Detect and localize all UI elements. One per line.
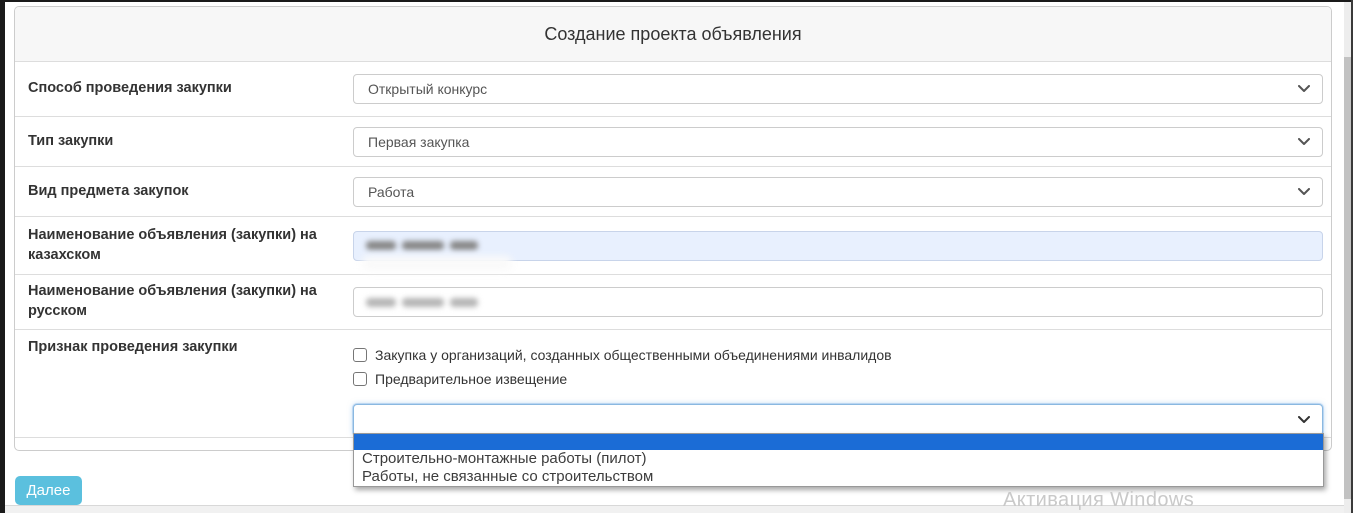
row-label: Наименование объявления (закупки) на каз… — [15, 217, 353, 274]
name-kk-input[interactable] — [353, 231, 1323, 261]
window-frame-top — [0, 0, 1353, 2]
form-row-procurement-flags: Признак проведения закупки Закупка у орг… — [15, 330, 1331, 438]
name-ru-input[interactable] — [353, 287, 1323, 317]
row-label: Вид предмета закупок — [15, 167, 353, 216]
windows-activation-watermark: Активация Windows — [1003, 489, 1194, 512]
dropdown-option[interactable]: Строительно-монтажные работы (пилот) — [354, 450, 1323, 468]
selected-value: Открытый конкурс — [368, 81, 487, 97]
row-label: Признак проведения закупки — [15, 330, 353, 437]
checkbox-label[interactable]: Закупка у организаций, созданных обществ… — [375, 347, 892, 363]
chevron-down-icon — [1298, 85, 1310, 93]
scrollbar-thumb[interactable] — [1344, 57, 1351, 499]
work-type-dropdown-popup: Строительно-монтажные работы (пилот) Раб… — [353, 433, 1324, 487]
checkbox-line: Предварительное извещение — [353, 368, 1323, 390]
selected-value: Работа — [368, 184, 414, 200]
window-frame-left — [0, 0, 5, 513]
form-row-purchase-type: Тип закупки Первая закупка — [15, 117, 1331, 167]
row-label: Тип закупки — [15, 117, 353, 166]
purchase-type-select[interactable]: Первая закупка — [353, 127, 1323, 157]
chevron-down-icon — [1298, 188, 1310, 196]
chevron-down-icon — [1298, 416, 1310, 424]
browser-viewport: Создание проекта объявления Способ прове… — [0, 0, 1353, 513]
chevron-down-icon — [1298, 138, 1310, 146]
page-title: Создание проекта объявления — [544, 24, 801, 45]
panel-header: Создание проекта объявления — [15, 7, 1331, 62]
form-row-name-kk: Наименование объявления (закупки) на каз… — [15, 217, 1331, 275]
form-row-procurement-method: Способ проведения закупки Открытый конку… — [15, 62, 1331, 117]
dropdown-option-blank[interactable] — [354, 434, 1323, 450]
page-scrollbar[interactable] — [1344, 2, 1351, 513]
dropdown-option[interactable]: Работы, не связанные со строительством — [354, 468, 1323, 486]
work-type-select[interactable] — [353, 404, 1323, 436]
row-label: Способ проведения закупки — [15, 62, 353, 116]
checkbox-label[interactable]: Предварительное извещение — [375, 371, 567, 387]
disabled-orgs-checkbox[interactable] — [353, 348, 367, 362]
subject-type-select[interactable]: Работа — [353, 177, 1323, 207]
checkbox-line: Закупка у организаций, созданных обществ… — [353, 344, 1323, 366]
redacted-text — [366, 298, 478, 307]
form-row-name-ru: Наименование объявления (закупки) на рус… — [15, 275, 1331, 330]
next-button[interactable]: Далее — [15, 476, 82, 505]
row-label: Наименование объявления (закупки) на рус… — [15, 275, 353, 329]
redacted-text — [366, 241, 478, 250]
procurement-method-select[interactable]: Открытый конкурс — [353, 74, 1323, 104]
redaction-smear — [362, 256, 512, 271]
form-row-subject-type: Вид предмета закупок Работа — [15, 167, 1331, 217]
announcement-form-panel: Создание проекта объявления Способ прове… — [14, 6, 1332, 451]
preliminary-notice-checkbox[interactable] — [353, 372, 367, 386]
selected-value: Первая закупка — [368, 134, 469, 150]
